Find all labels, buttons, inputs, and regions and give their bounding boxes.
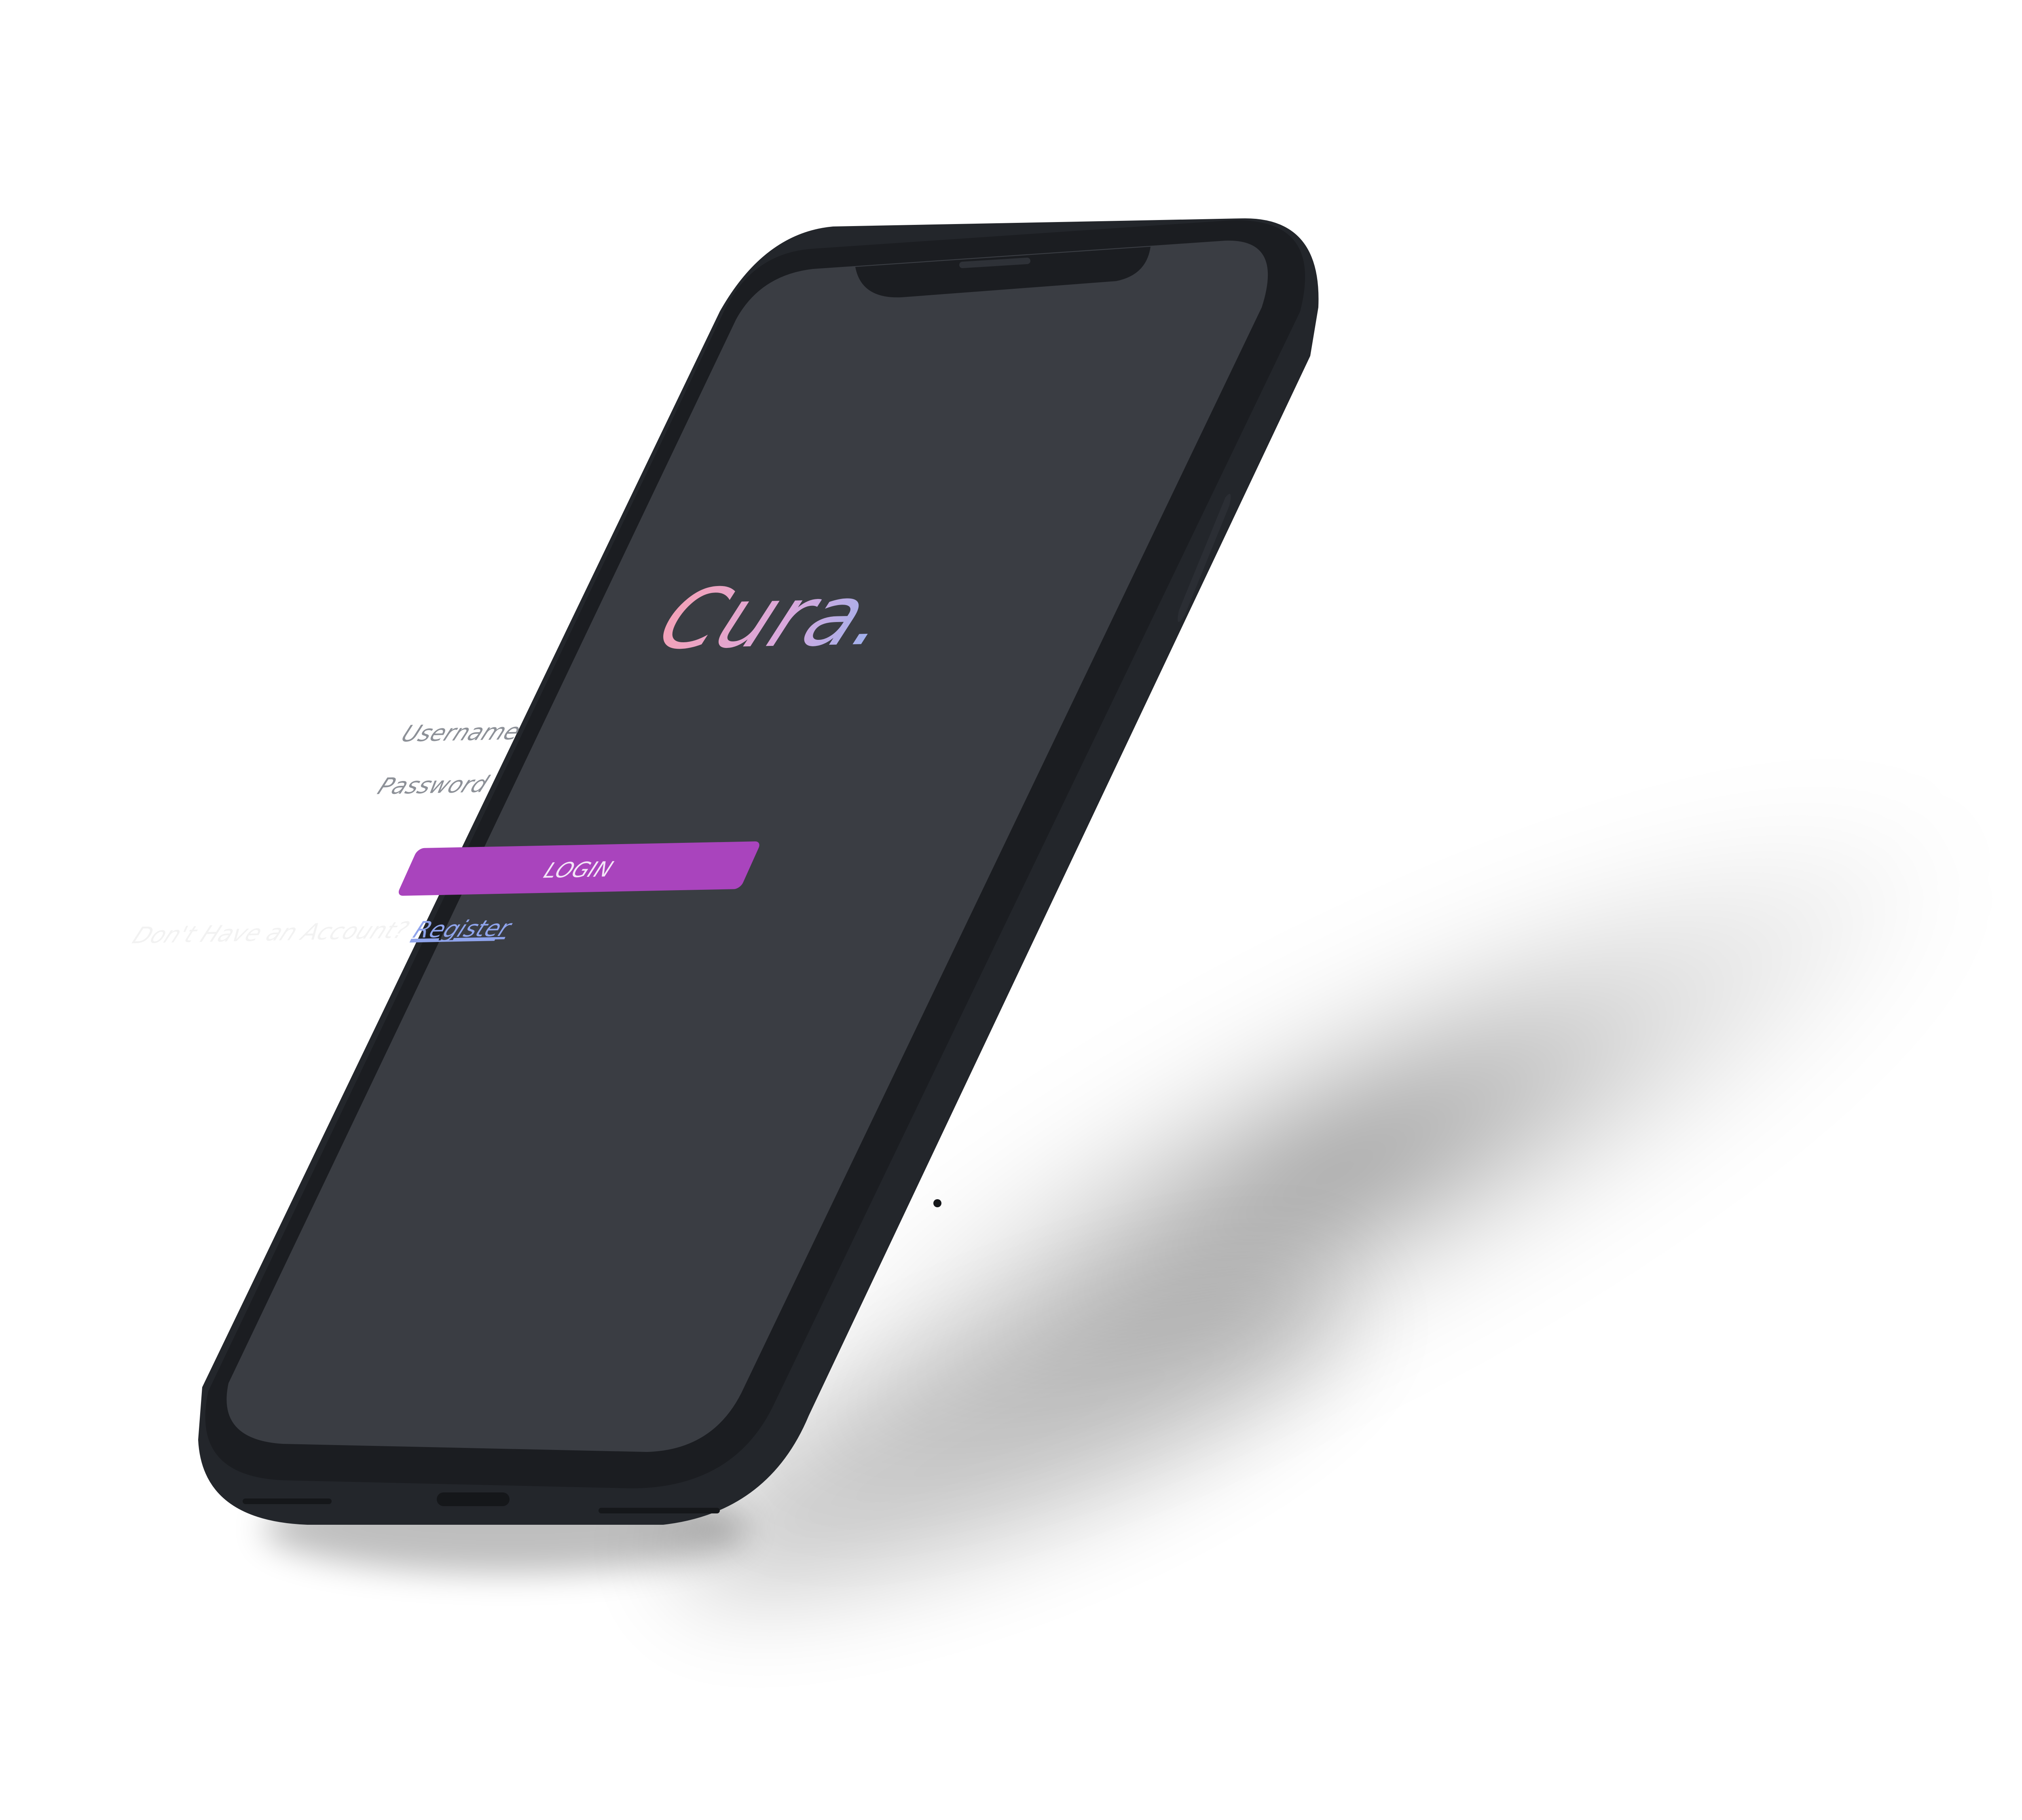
brand-logo: Cura. <box>644 567 909 668</box>
speaker-grille-icon <box>959 258 1030 268</box>
username-input[interactable]: Username <box>397 718 525 747</box>
no-account-text: Don't Have an Account? <box>129 916 413 948</box>
login-button-label[interactable]: LOGIN <box>540 857 617 882</box>
charging-port-icon <box>437 1492 510 1506</box>
login-button[interactable]: LOGIN <box>396 841 761 896</box>
register-link[interactable]: Register <box>409 914 517 943</box>
password-input[interactable]: Password <box>374 771 493 800</box>
product-mockup-scene: Cura. Username Password LOGIN Don't Have… <box>0 0 2022 1820</box>
mic-dot-icon <box>933 1199 941 1207</box>
